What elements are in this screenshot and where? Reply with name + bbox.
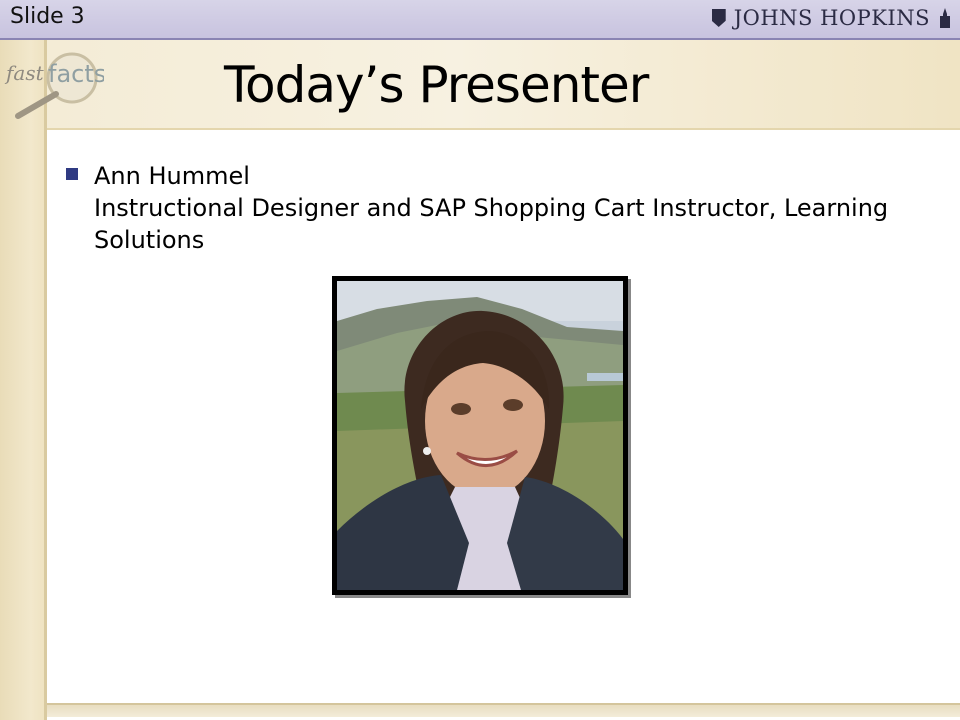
- slide-title: Today’s Presenter: [224, 56, 649, 114]
- list-item: Ann Hummel Instructional Designer and SA…: [66, 160, 926, 256]
- tower-icon: [940, 8, 950, 28]
- presenter-name: Ann Hummel: [94, 162, 250, 190]
- portrait-image: [337, 281, 623, 590]
- shield-icon: [711, 9, 726, 27]
- square-bullet-icon: [66, 168, 78, 180]
- slide-number-label: Slide 3: [10, 4, 85, 29]
- presenter-role: Instructional Designer and SAP Shopping …: [94, 194, 889, 254]
- photo-frame: [332, 276, 628, 595]
- johns-hopkins-logo: JOHNS HOPKINS: [711, 2, 952, 34]
- svg-text:facts: facts: [48, 60, 104, 88]
- presenter-photo: [337, 281, 623, 590]
- bullet-list: Ann Hummel Instructional Designer and SA…: [66, 160, 926, 256]
- slide-header-bar: Slide 3 JOHNS HOPKINS: [0, 0, 960, 40]
- left-decorative-strip: [0, 40, 47, 720]
- svg-text:fast: fast: [4, 61, 45, 85]
- fast-facts-logo: fast facts: [4, 52, 104, 119]
- bottom-decorative-line: [47, 703, 960, 717]
- logo-text: JOHNS HOPKINS: [733, 6, 930, 30]
